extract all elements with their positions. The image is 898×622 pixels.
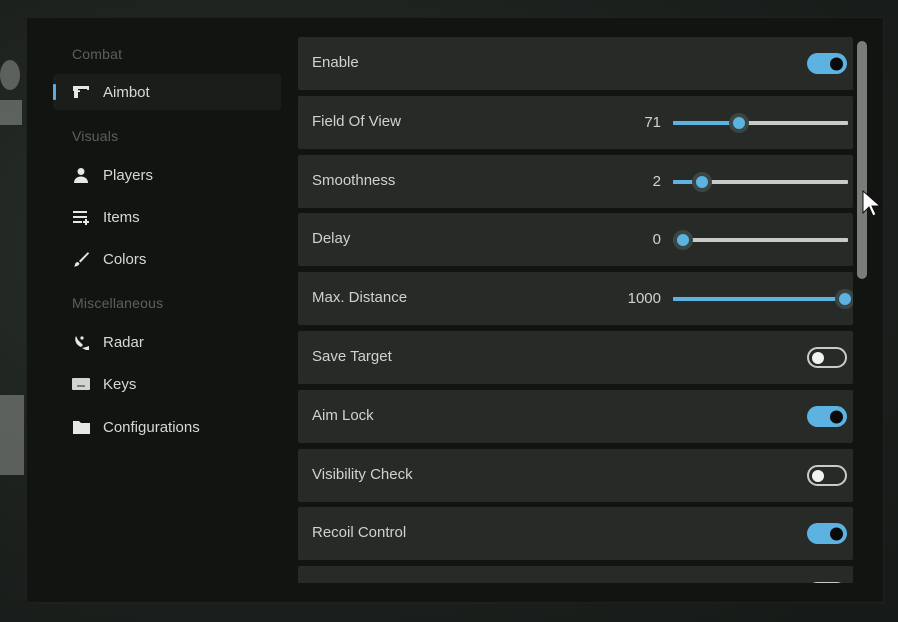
- slider-thumb[interactable]: [729, 113, 750, 133]
- slider[interactable]: [673, 172, 848, 192]
- setting-label: Recoil Control: [312, 524, 407, 541]
- toggle-switch[interactable]: [807, 406, 847, 427]
- setting-label: Field Of View: [312, 113, 401, 130]
- toggle-switch[interactable]: [807, 465, 847, 486]
- slider-thumb[interactable]: [673, 230, 693, 250]
- setting-row: Field Of View 71: [298, 96, 853, 149]
- toggle-switch[interactable]: [807, 53, 847, 74]
- background-shape: [0, 100, 22, 125]
- background-shape: [0, 395, 24, 475]
- toggle-knob: [812, 351, 824, 364]
- settings-list: Enable Field Of View 71 Smoothness 2 Delay 0 Ma…: [298, 37, 853, 583]
- user-icon: [72, 166, 90, 184]
- scrollbar-thumb[interactable]: [857, 41, 867, 279]
- toggle-knob: [830, 410, 843, 423]
- slider-value: 0: [652, 231, 661, 248]
- sidebar-item-label: Keys: [103, 375, 137, 393]
- sidebar-item-label: Aimbot: [103, 83, 150, 101]
- sidebar-item-keys[interactable]: Keys: [53, 366, 281, 402]
- setting-row: Max. Distance 1000: [298, 272, 853, 325]
- list-add-icon: [72, 208, 90, 226]
- toggle-knob: [830, 527, 843, 540]
- setting-label: Enable: [312, 54, 359, 71]
- setting-row: Enable: [298, 37, 853, 90]
- setting-row: Visibility Check: [298, 449, 853, 502]
- toggle-switch[interactable]: [807, 582, 847, 583]
- toggle-switch[interactable]: [807, 347, 847, 368]
- active-indicator: [53, 84, 56, 100]
- setting-row: Recoil Control: [298, 507, 853, 560]
- setting-label: Visibility Check: [312, 466, 413, 483]
- sidebar-item-players[interactable]: Players: [53, 157, 281, 193]
- sidebar-item-items[interactable]: Items: [53, 199, 281, 235]
- slider-value: 71: [644, 114, 661, 131]
- section-label-combat: Combat: [72, 46, 123, 62]
- toggle-knob: [812, 469, 824, 482]
- setting-label: Delay: [312, 230, 351, 247]
- setting-row: Save Target: [298, 331, 853, 384]
- sidebar-item-aimbot[interactable]: Aimbot: [53, 74, 281, 110]
- sidebar-item-label: Radar: [103, 333, 144, 351]
- setting-label: Max. Distance: [312, 289, 408, 306]
- slider-value: 1000: [627, 290, 661, 307]
- slider-thumb[interactable]: [691, 172, 712, 192]
- setting-label: Save Target: [312, 348, 392, 365]
- slider[interactable]: [673, 230, 848, 250]
- sidebar-item-label: Items: [103, 208, 140, 226]
- slider-track: [673, 238, 848, 242]
- mouse-cursor-icon: [862, 190, 882, 217]
- sidebar-item-radar[interactable]: Radar: [53, 324, 281, 360]
- sidebar-item-label: Colors: [103, 250, 147, 268]
- setting-label: Aim Lock: [312, 407, 374, 424]
- toggle-switch[interactable]: [807, 523, 847, 544]
- gun-icon: [72, 83, 90, 101]
- slider[interactable]: [673, 113, 848, 133]
- brush-icon: [72, 250, 90, 268]
- sidebar-item-label: Configurations: [103, 418, 200, 436]
- slider-fill: [673, 297, 840, 301]
- setting-row: [298, 566, 853, 583]
- folder-icon: [72, 418, 90, 436]
- sidebar-item-colors[interactable]: Colors: [53, 241, 281, 277]
- setting-row: Smoothness 2: [298, 155, 853, 208]
- slider-thumb[interactable]: [835, 289, 853, 309]
- satellite-dish-icon: [72, 333, 90, 351]
- section-label-miscellaneous: Miscellaneous: [72, 295, 164, 311]
- background-shape: [0, 60, 20, 90]
- sidebar: Combat Aimbot Visuals Players Items Colo…: [27, 18, 289, 602]
- keyboard-icon: [72, 375, 90, 393]
- settings-window: Combat Aimbot Visuals Players Items Colo…: [26, 17, 884, 603]
- setting-row: Aim Lock: [298, 390, 853, 443]
- slider-value: 2: [652, 173, 661, 190]
- setting-row: Delay 0: [298, 213, 853, 266]
- slider-fill: [673, 180, 693, 184]
- slider[interactable]: [673, 289, 853, 309]
- setting-label: Smoothness: [312, 172, 396, 189]
- toggle-knob: [830, 57, 843, 70]
- slider-fill: [673, 121, 731, 125]
- sidebar-item-configurations[interactable]: Configurations: [53, 409, 281, 445]
- section-label-visuals: Visuals: [72, 128, 119, 144]
- sidebar-item-label: Players: [103, 166, 154, 184]
